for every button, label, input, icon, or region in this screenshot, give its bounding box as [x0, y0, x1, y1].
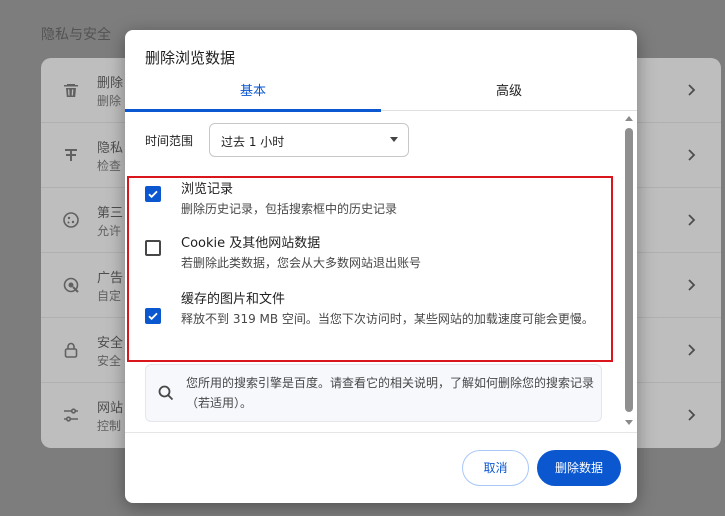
- chevron-right-icon: [688, 84, 696, 96]
- chevron-right-icon: [688, 214, 696, 226]
- scrollbar-thumb[interactable]: [625, 128, 633, 412]
- settings-row-title: 隐私: [97, 141, 124, 156]
- option-description: 若删除此类数据，您会从大多数网站退出账号: [181, 256, 422, 270]
- cached-images-checkbox[interactable]: [145, 308, 161, 324]
- settings-row-title: 安全: [97, 336, 124, 351]
- footer-divider: [125, 432, 637, 433]
- ad-privacy-icon: [61, 275, 81, 295]
- info-text: 您所用的搜索引擎是百度。请查看它的相关说明，了解如何删除您的搜索记录（若适用）。: [186, 376, 595, 410]
- tab-label: 高级: [495, 84, 522, 99]
- chevron-right-icon: [688, 149, 696, 161]
- option-title: 浏览记录: [181, 182, 234, 197]
- dialog-tabs: 基本 高级: [125, 78, 637, 112]
- privacy-guide-icon: [61, 145, 81, 165]
- settings-row-subtitle: 检查: [97, 159, 122, 173]
- time-range-select[interactable]: 过去 1 小时: [209, 123, 409, 157]
- settings-row-subtitle: 自定: [97, 289, 122, 303]
- settings-row-title: 第三: [97, 206, 124, 221]
- settings-row-title: 删除: [97, 76, 124, 91]
- time-range-label: 时间范围: [145, 134, 194, 148]
- settings-row-subtitle: 允许: [97, 224, 122, 238]
- dialog-title: 删除浏览数据: [145, 49, 236, 67]
- scroll-up-arrow-icon[interactable]: [625, 116, 633, 121]
- tab-basic[interactable]: 基本: [125, 78, 381, 112]
- trash-icon: [61, 80, 81, 100]
- settings-row-subtitle: 删除: [97, 94, 122, 108]
- dropdown-arrow-icon: [390, 137, 398, 142]
- search-icon: [158, 385, 174, 401]
- search-engine-info: 您所用的搜索引擎是百度。请查看它的相关说明，了解如何删除您的搜索记录（若适用）。: [145, 364, 602, 422]
- cookies-checkbox[interactable]: [145, 240, 161, 256]
- dialog-content: 时间范围 过去 1 小时 浏览记录 删除历史记录，包括搜索框中的历史记录 Coo…: [125, 112, 637, 432]
- checkmark-icon: [148, 190, 158, 199]
- delete-data-button[interactable]: 删除数据: [537, 450, 621, 486]
- scroll-down-arrow-icon[interactable]: [625, 420, 633, 425]
- settings-section-title: 隐私与安全: [41, 27, 111, 43]
- dialog-scrollbar[interactable]: [622, 112, 636, 432]
- settings-row-title: 网站: [97, 401, 124, 416]
- lock-icon: [61, 340, 81, 360]
- option-title: 缓存的图片和文件: [181, 292, 286, 307]
- chevron-right-icon: [688, 279, 696, 291]
- settings-row-subtitle: 安全: [97, 354, 122, 368]
- chevron-right-icon: [688, 409, 696, 421]
- clear-browsing-data-dialog: 删除浏览数据 基本 高级 时间范围 过去 1 小时 浏览记录 删除历史记录，包括…: [125, 30, 637, 503]
- browsing-history-checkbox[interactable]: [145, 186, 161, 202]
- time-range-value: 过去 1 小时: [221, 135, 285, 149]
- tab-label: 基本: [239, 84, 266, 99]
- chevron-right-icon: [688, 344, 696, 356]
- cookie-icon: [61, 210, 81, 230]
- cancel-button[interactable]: 取消: [462, 450, 529, 486]
- option-description: 删除历史记录，包括搜索框中的历史记录: [181, 202, 398, 216]
- tab-advanced[interactable]: 高级: [381, 78, 637, 111]
- settings-row-subtitle: 控制: [97, 419, 122, 433]
- sliders-icon: [61, 405, 81, 425]
- settings-row-title: 广告: [97, 271, 124, 286]
- option-title: Cookie 及其他网站数据: [181, 236, 321, 251]
- checkmark-icon: [148, 312, 158, 321]
- option-description: 释放不到 319 MB 空间。当您下次访问时，某些网站的加载速度可能会更慢。: [181, 312, 594, 326]
